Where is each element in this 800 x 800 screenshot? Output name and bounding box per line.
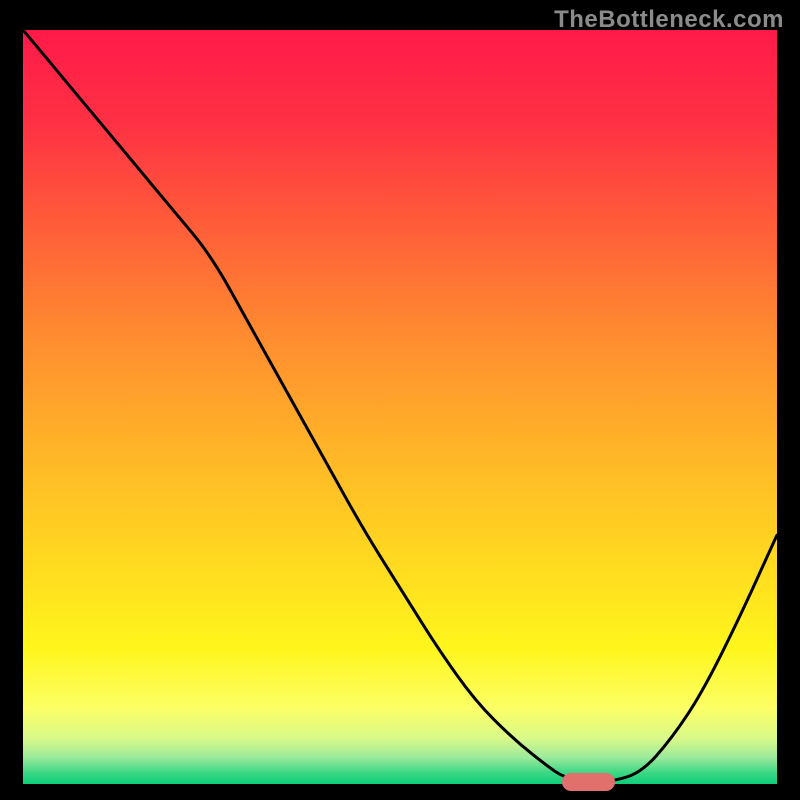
plot-area [23, 30, 777, 784]
gradient-fill [23, 30, 777, 784]
gradient-and-curve [23, 30, 777, 784]
optimal-range-marker [562, 773, 615, 791]
chart-frame: TheBottleneck.com [0, 0, 800, 800]
